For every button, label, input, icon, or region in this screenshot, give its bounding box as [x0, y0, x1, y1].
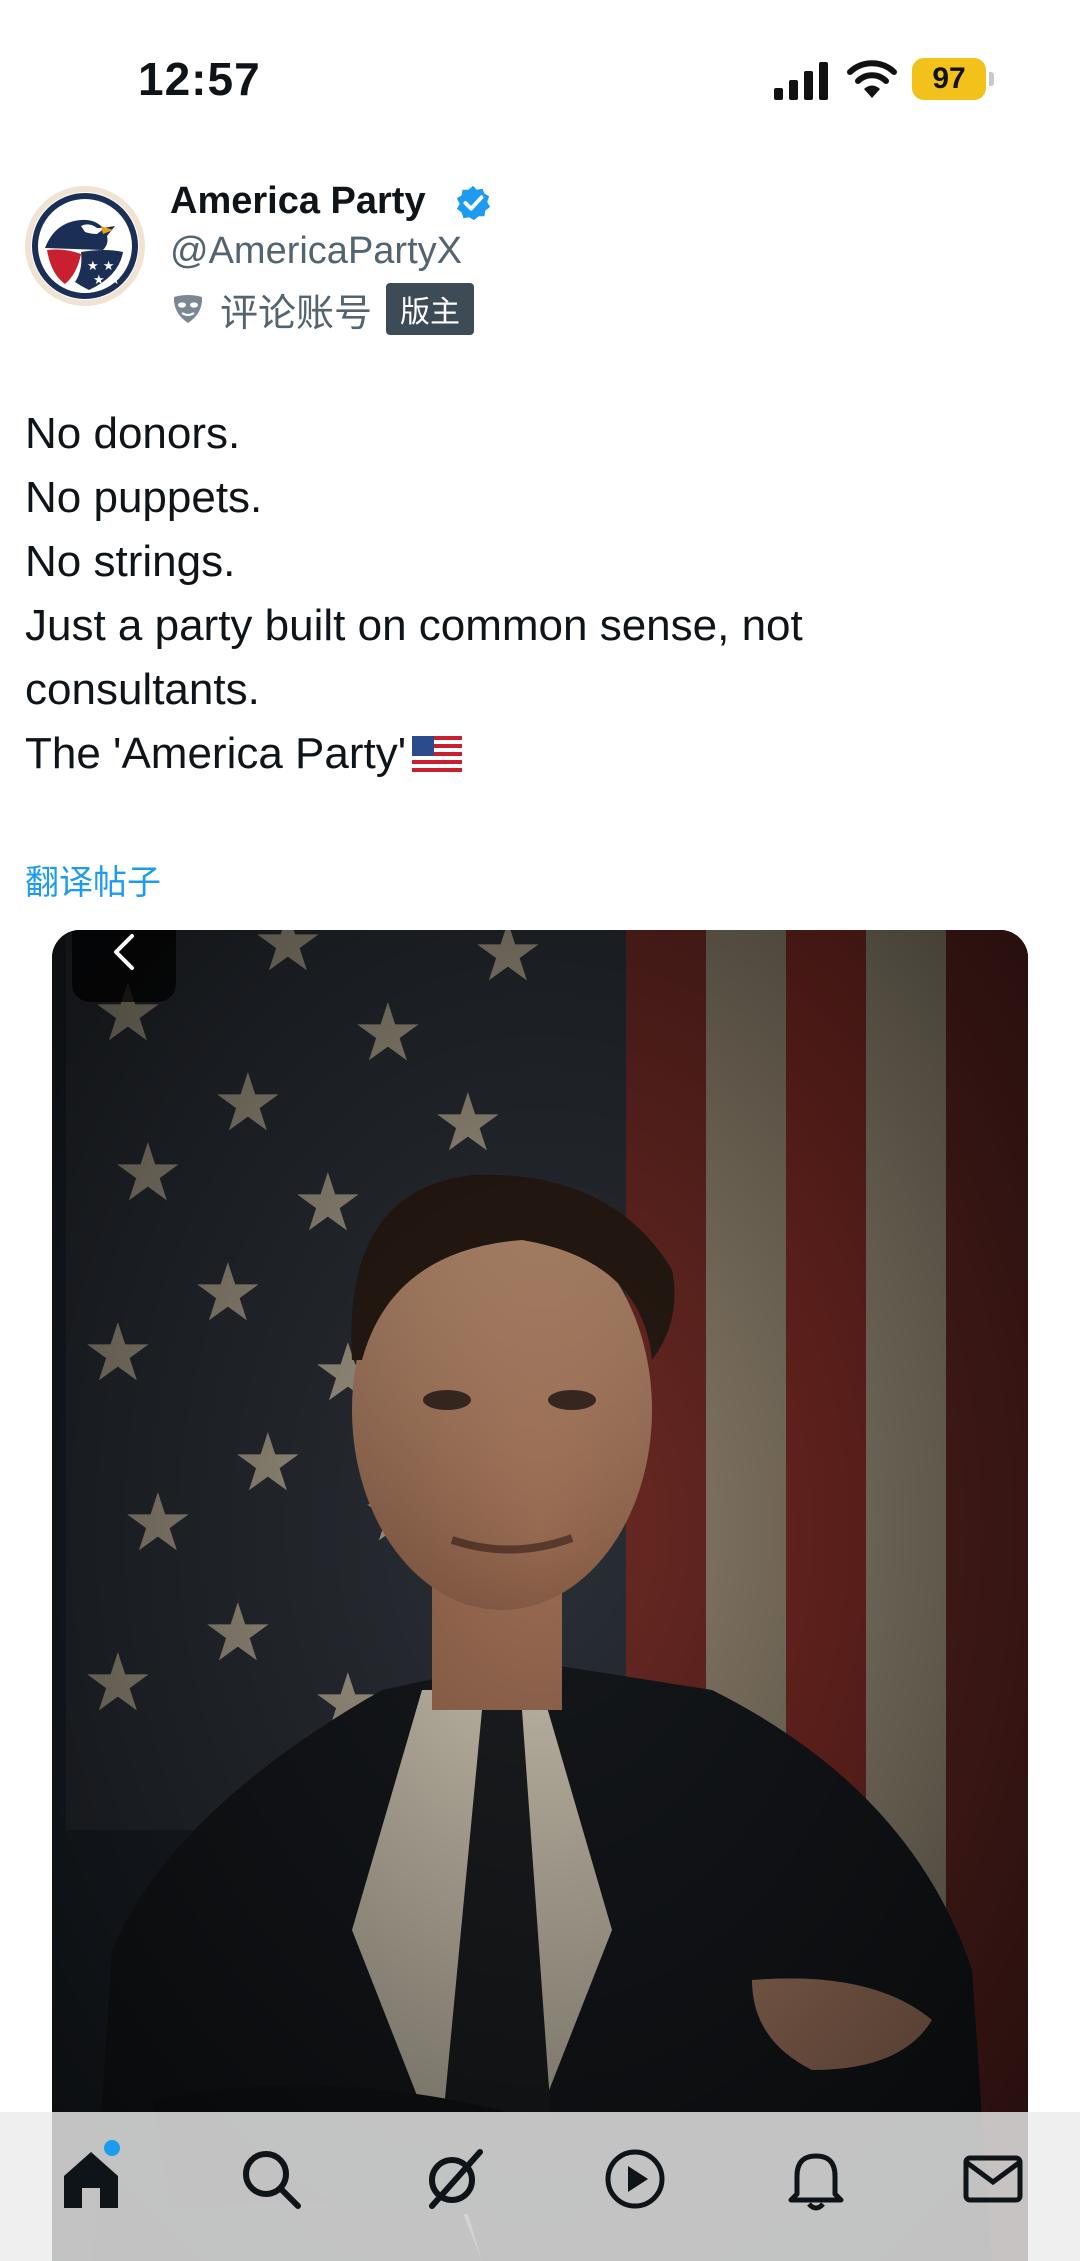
tweet-line: No strings. [25, 537, 236, 586]
photo-portrait-flag-background: ★★★★ ★★★★★ ★★★★ ★★★ ★★★ [52, 930, 1028, 2261]
cellular-signal-icon [774, 62, 828, 100]
moderator-badge: 版主 [386, 283, 475, 335]
nav-video[interactable] [600, 2144, 670, 2214]
account-handle[interactable]: @AmericaPartyX [170, 230, 462, 273]
account-type-label: 评论账号 [220, 292, 373, 335]
nav-messages[interactable] [958, 2144, 1028, 2214]
nav-grok[interactable] [418, 2144, 488, 2214]
avatar[interactable]: ★ ★ ★ ★ [25, 186, 145, 306]
tweet-text: No donors. No puppets. No strings. Just … [25, 402, 1025, 786]
messages-icon [963, 2155, 1023, 2203]
back-button[interactable] [72, 930, 176, 1002]
grok-icon [429, 2149, 483, 2209]
status-time: 12:57 [138, 53, 261, 105]
nav-search[interactable] [236, 2144, 306, 2214]
eagle-logo-icon: ★ ★ ★ ★ [31, 192, 139, 300]
tweet-line: consultants. [25, 665, 260, 714]
account-subline: 评论账号 版主 [170, 283, 475, 335]
account-name[interactable]: America Party [170, 180, 426, 223]
tweet-line: No donors. [25, 409, 241, 458]
translate-post-link[interactable]: 翻译帖子 [25, 855, 161, 904]
battery-indicator: 97 [912, 58, 994, 100]
tweet-line: The 'America Party' [25, 729, 407, 778]
wifi-icon [847, 60, 897, 98]
tweet-media-photo[interactable]: ★★★★ ★★★★★ ★★★★ ★★★ ★★★ [52, 930, 1028, 2261]
home-notification-dot [104, 2140, 120, 2156]
status-bar: 12:57 97 [0, 0, 1080, 160]
mask-icon [173, 295, 203, 323]
tweet-line: Just a party built on common sense, not [25, 601, 803, 650]
chevron-left-icon [114, 934, 134, 970]
video-icon [605, 2149, 665, 2209]
tweet-line: No puppets. [25, 473, 263, 522]
tweet-line-last: The 'America Party' [25, 722, 1025, 786]
svg-text:★ ★: ★ ★ [93, 273, 120, 288]
verified-badge-icon [456, 185, 491, 221]
search-icon [243, 2151, 301, 2209]
nav-notifications[interactable] [781, 2144, 851, 2214]
bottom-navigation [0, 2112, 1080, 2261]
us-flag-emoji-icon [412, 736, 463, 772]
notifications-icon [788, 2153, 844, 2211]
svg-text:★ ★: ★ ★ [87, 259, 114, 274]
